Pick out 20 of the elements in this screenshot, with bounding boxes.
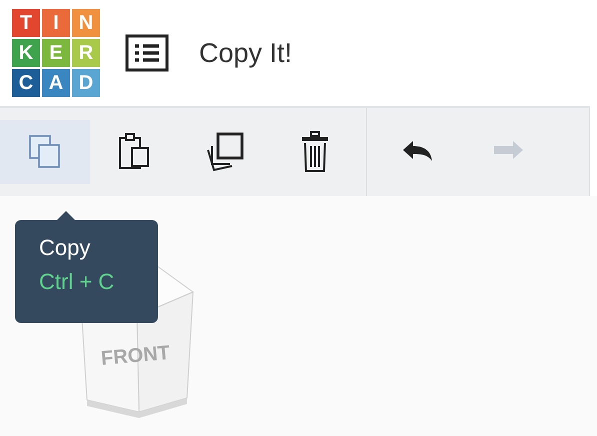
design-title: Copy It! [199, 36, 292, 70]
logo-tile: D [72, 69, 100, 97]
logo-tile: I [42, 9, 70, 37]
logo-tile: K [12, 39, 40, 67]
logo-tile: T [12, 9, 40, 37]
list-icon[interactable] [125, 34, 169, 72]
logo-tile: C [12, 69, 40, 97]
copy-icon [28, 134, 62, 170]
tinkercad-logo[interactable]: T I N K E R C A D [12, 9, 100, 97]
logo-tile: E [42, 39, 70, 67]
logo-tile: N [72, 9, 100, 37]
shortcut-text: Ctrl + C [39, 268, 116, 296]
tooltip-title: Copy [39, 234, 92, 262]
stacked-squares-icon [204, 132, 246, 172]
trash-icon [301, 131, 329, 173]
logo-tile: A [42, 69, 70, 97]
clipboard-icon [118, 132, 152, 172]
logo-tile: R [72, 39, 100, 67]
undo-arrow-icon [403, 141, 433, 163]
cube-face-label: FRONT [100, 342, 171, 370]
